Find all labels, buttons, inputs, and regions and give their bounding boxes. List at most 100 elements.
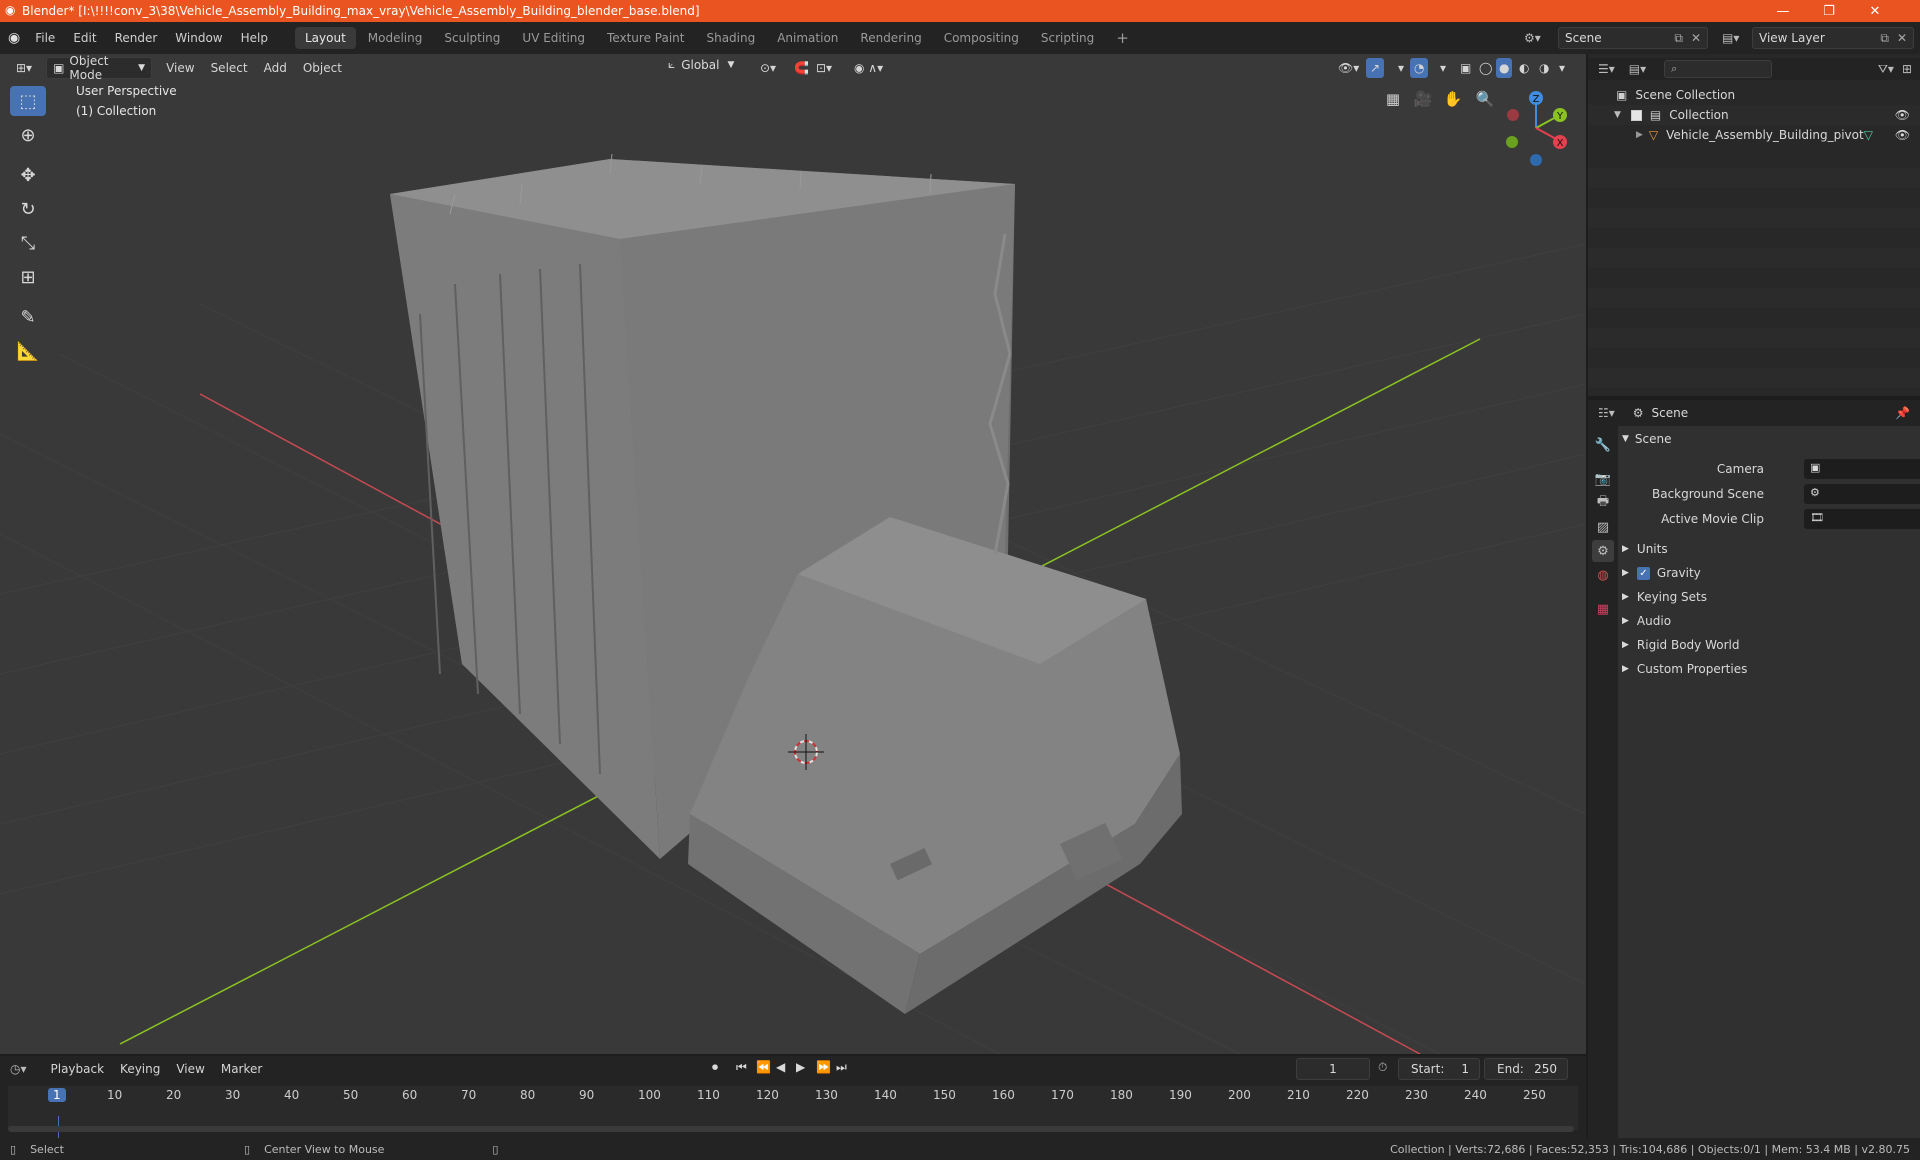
stopwatch-icon[interactable]: ⏱: [1378, 1060, 1387, 1075]
scene-tab-icon[interactable]: ⚙: [1592, 540, 1614, 562]
navigation-gizmo[interactable]: Z Y X: [1496, 86, 1576, 166]
scale-tool[interactable]: ⤡: [10, 228, 46, 258]
new-collection-icon[interactable]: ⊞: [1902, 62, 1912, 76]
gravity-checkbox[interactable]: ✓: [1636, 566, 1650, 580]
tab-animation[interactable]: Animation: [767, 27, 848, 49]
visibility-icon[interactable]: 👁▾: [1330, 58, 1367, 78]
mesh-data-icon[interactable]: ▽: [1864, 128, 1873, 142]
solid-shading-icon[interactable]: ●: [1496, 58, 1513, 78]
proportional-edit-icon[interactable]: ◉ ∧▾: [846, 58, 891, 78]
menu-edit[interactable]: Edit: [64, 22, 105, 54]
expand-arrow-icon[interactable]: ▶: [1636, 130, 1643, 140]
outliner-row-scene-collection[interactable]: ▣ Scene Collection: [1588, 85, 1920, 105]
maximize-button[interactable]: ❐: [1806, 0, 1852, 22]
mode-selector[interactable]: ▣ Object Mode ▼: [46, 54, 153, 82]
minimize-button[interactable]: —: [1760, 0, 1806, 22]
jump-start-icon[interactable]: ⏮: [736, 1060, 747, 1075]
menu-object[interactable]: Object: [295, 58, 350, 78]
jump-keyframe-back-icon[interactable]: ⏪: [756, 1060, 771, 1074]
custom-properties-panel-header[interactable]: ▶ Custom Properties: [1622, 658, 1916, 680]
view-layer-selector[interactable]: View Layer ⧉ ✕: [1752, 27, 1914, 49]
snap-target-icon[interactable]: ⊡▾: [808, 58, 840, 78]
gizmo-toggle-icon[interactable]: ↗: [1366, 58, 1385, 78]
outliner-row-object[interactable]: ▶ ▽ Vehicle_Assembly_Building_pivot ▽ 👁: [1588, 125, 1920, 145]
tab-compositing[interactable]: Compositing: [934, 27, 1029, 49]
menu-view[interactable]: View: [158, 58, 202, 78]
pivot-point-icon[interactable]: ⊙▾: [752, 58, 784, 78]
add-workspace-button[interactable]: +: [1106, 27, 1139, 49]
play-reverse-icon[interactable]: ◀: [776, 1060, 785, 1074]
tab-sculpting[interactable]: Sculpting: [434, 27, 510, 49]
menu-help[interactable]: Help: [232, 22, 277, 54]
eye-icon[interactable]: 👁: [1895, 108, 1910, 122]
camera-field[interactable]: ▣ ✒: [1804, 459, 1920, 479]
tab-rendering[interactable]: Rendering: [850, 27, 931, 49]
record-icon[interactable]: ⏺: [712, 1060, 718, 1075]
menu-marker[interactable]: Marker: [213, 1059, 270, 1079]
properties-editor-type-icon[interactable]: ☷▾: [1598, 406, 1615, 420]
select-box-tool[interactable]: ⬚: [10, 86, 46, 116]
zoom-view-icon[interactable]: 🔍: [1472, 86, 1498, 112]
3d-viewport[interactable]: ⊞▾ ▣ Object Mode ▼ View Select Add Objec…: [0, 54, 1586, 1054]
close-button[interactable]: ✕: [1852, 0, 1898, 22]
expand-arrow-icon[interactable]: ▼: [1614, 110, 1621, 120]
eye-icon[interactable]: 👁: [1895, 128, 1910, 142]
material-shading-icon[interactable]: ◐: [1516, 58, 1532, 78]
menu-timeline-view[interactable]: View: [168, 1059, 212, 1079]
scene-panel-header[interactable]: ▼ Scene: [1622, 428, 1916, 450]
scene-selector[interactable]: Scene ⧉ ✕: [1558, 27, 1708, 49]
end-frame-field[interactable]: End: 250: [1484, 1058, 1568, 1080]
jump-keyframe-forward-icon[interactable]: ⏩: [816, 1060, 831, 1074]
menu-render[interactable]: Render: [106, 22, 167, 54]
view-layer-icon[interactable]: ▤▾: [1722, 27, 1752, 49]
rotate-tool[interactable]: ↻: [10, 194, 46, 224]
chevron-down-icon[interactable]: ▾: [1432, 58, 1454, 78]
tab-modeling[interactable]: Modeling: [358, 27, 433, 49]
camera-view-icon[interactable]: 🎥: [1410, 86, 1436, 112]
tab-uv-editing[interactable]: UV Editing: [512, 27, 595, 49]
wireframe-shading-icon[interactable]: ◯: [1476, 58, 1495, 78]
active-movie-clip-field[interactable]: 🎞: [1804, 509, 1920, 529]
display-mode-icon[interactable]: ▤▾: [1629, 62, 1646, 76]
filter-icon[interactable]: ⛛▾: [1878, 62, 1894, 77]
rigid-body-world-panel-header[interactable]: ▶ Rigid Body World: [1622, 634, 1916, 656]
tab-scripting[interactable]: Scripting: [1031, 27, 1104, 49]
outliner-row-collection[interactable]: ▼ ▤ Collection 👁: [1588, 105, 1920, 125]
pan-view-icon[interactable]: ✋: [1440, 86, 1466, 112]
units-panel-header[interactable]: ▶ Units: [1622, 538, 1916, 560]
close-icon[interactable]: ✕: [1691, 31, 1701, 45]
outliner-editor-type-icon[interactable]: ☰▾: [1598, 62, 1615, 76]
orientation-selector[interactable]: ⟀ Global ▼: [668, 57, 734, 72]
measure-tool[interactable]: 📐: [10, 336, 46, 366]
rendered-shading-icon[interactable]: ◑: [1536, 58, 1552, 78]
view-layer-tab-icon[interactable]: ▨: [1592, 516, 1614, 538]
output-tab-icon[interactable]: 🖶: [1592, 492, 1614, 514]
gravity-panel-header[interactable]: ▶ ✓ Gravity: [1622, 562, 1916, 584]
tab-texture-paint[interactable]: Texture Paint: [597, 27, 694, 49]
cursor-tool[interactable]: ⊕: [10, 120, 46, 150]
overlays-icon[interactable]: ◔: [1410, 58, 1429, 78]
start-frame-field[interactable]: Start: 1: [1398, 1058, 1480, 1080]
collection-checkbox[interactable]: [1630, 109, 1642, 121]
menu-window[interactable]: Window: [166, 22, 231, 54]
menu-playback[interactable]: Playback: [43, 1059, 113, 1079]
render-tab-icon[interactable]: 📷: [1592, 468, 1614, 490]
editor-type-icon[interactable]: ⊞▾: [8, 58, 40, 78]
jump-end-icon[interactable]: ⏭: [836, 1060, 847, 1075]
transform-tool[interactable]: ⊞: [10, 262, 46, 292]
copy-icon[interactable]: ⧉: [1674, 31, 1683, 46]
chevron-down-icon[interactable]: ▾: [1556, 58, 1568, 78]
timeline-scrollbar[interactable]: [8, 1126, 1574, 1132]
texture-tab-icon[interactable]: ▦: [1592, 598, 1614, 620]
keying-sets-panel-header[interactable]: ▶ Keying Sets: [1622, 586, 1916, 608]
move-tool[interactable]: ✥: [10, 160, 46, 190]
menu-add[interactable]: Add: [256, 58, 295, 78]
annotate-tool[interactable]: ✎: [10, 302, 46, 332]
chevron-down-icon[interactable]: ▾: [1390, 58, 1412, 78]
timeline-editor-type-icon[interactable]: ◷▾: [10, 1062, 27, 1076]
close-icon[interactable]: ✕: [1897, 31, 1907, 45]
current-frame-field[interactable]: 1: [1296, 1058, 1370, 1080]
tab-layout[interactable]: Layout: [294, 27, 356, 49]
audio-panel-header[interactable]: ▶ Audio: [1622, 610, 1916, 632]
menu-file[interactable]: File: [26, 22, 64, 54]
